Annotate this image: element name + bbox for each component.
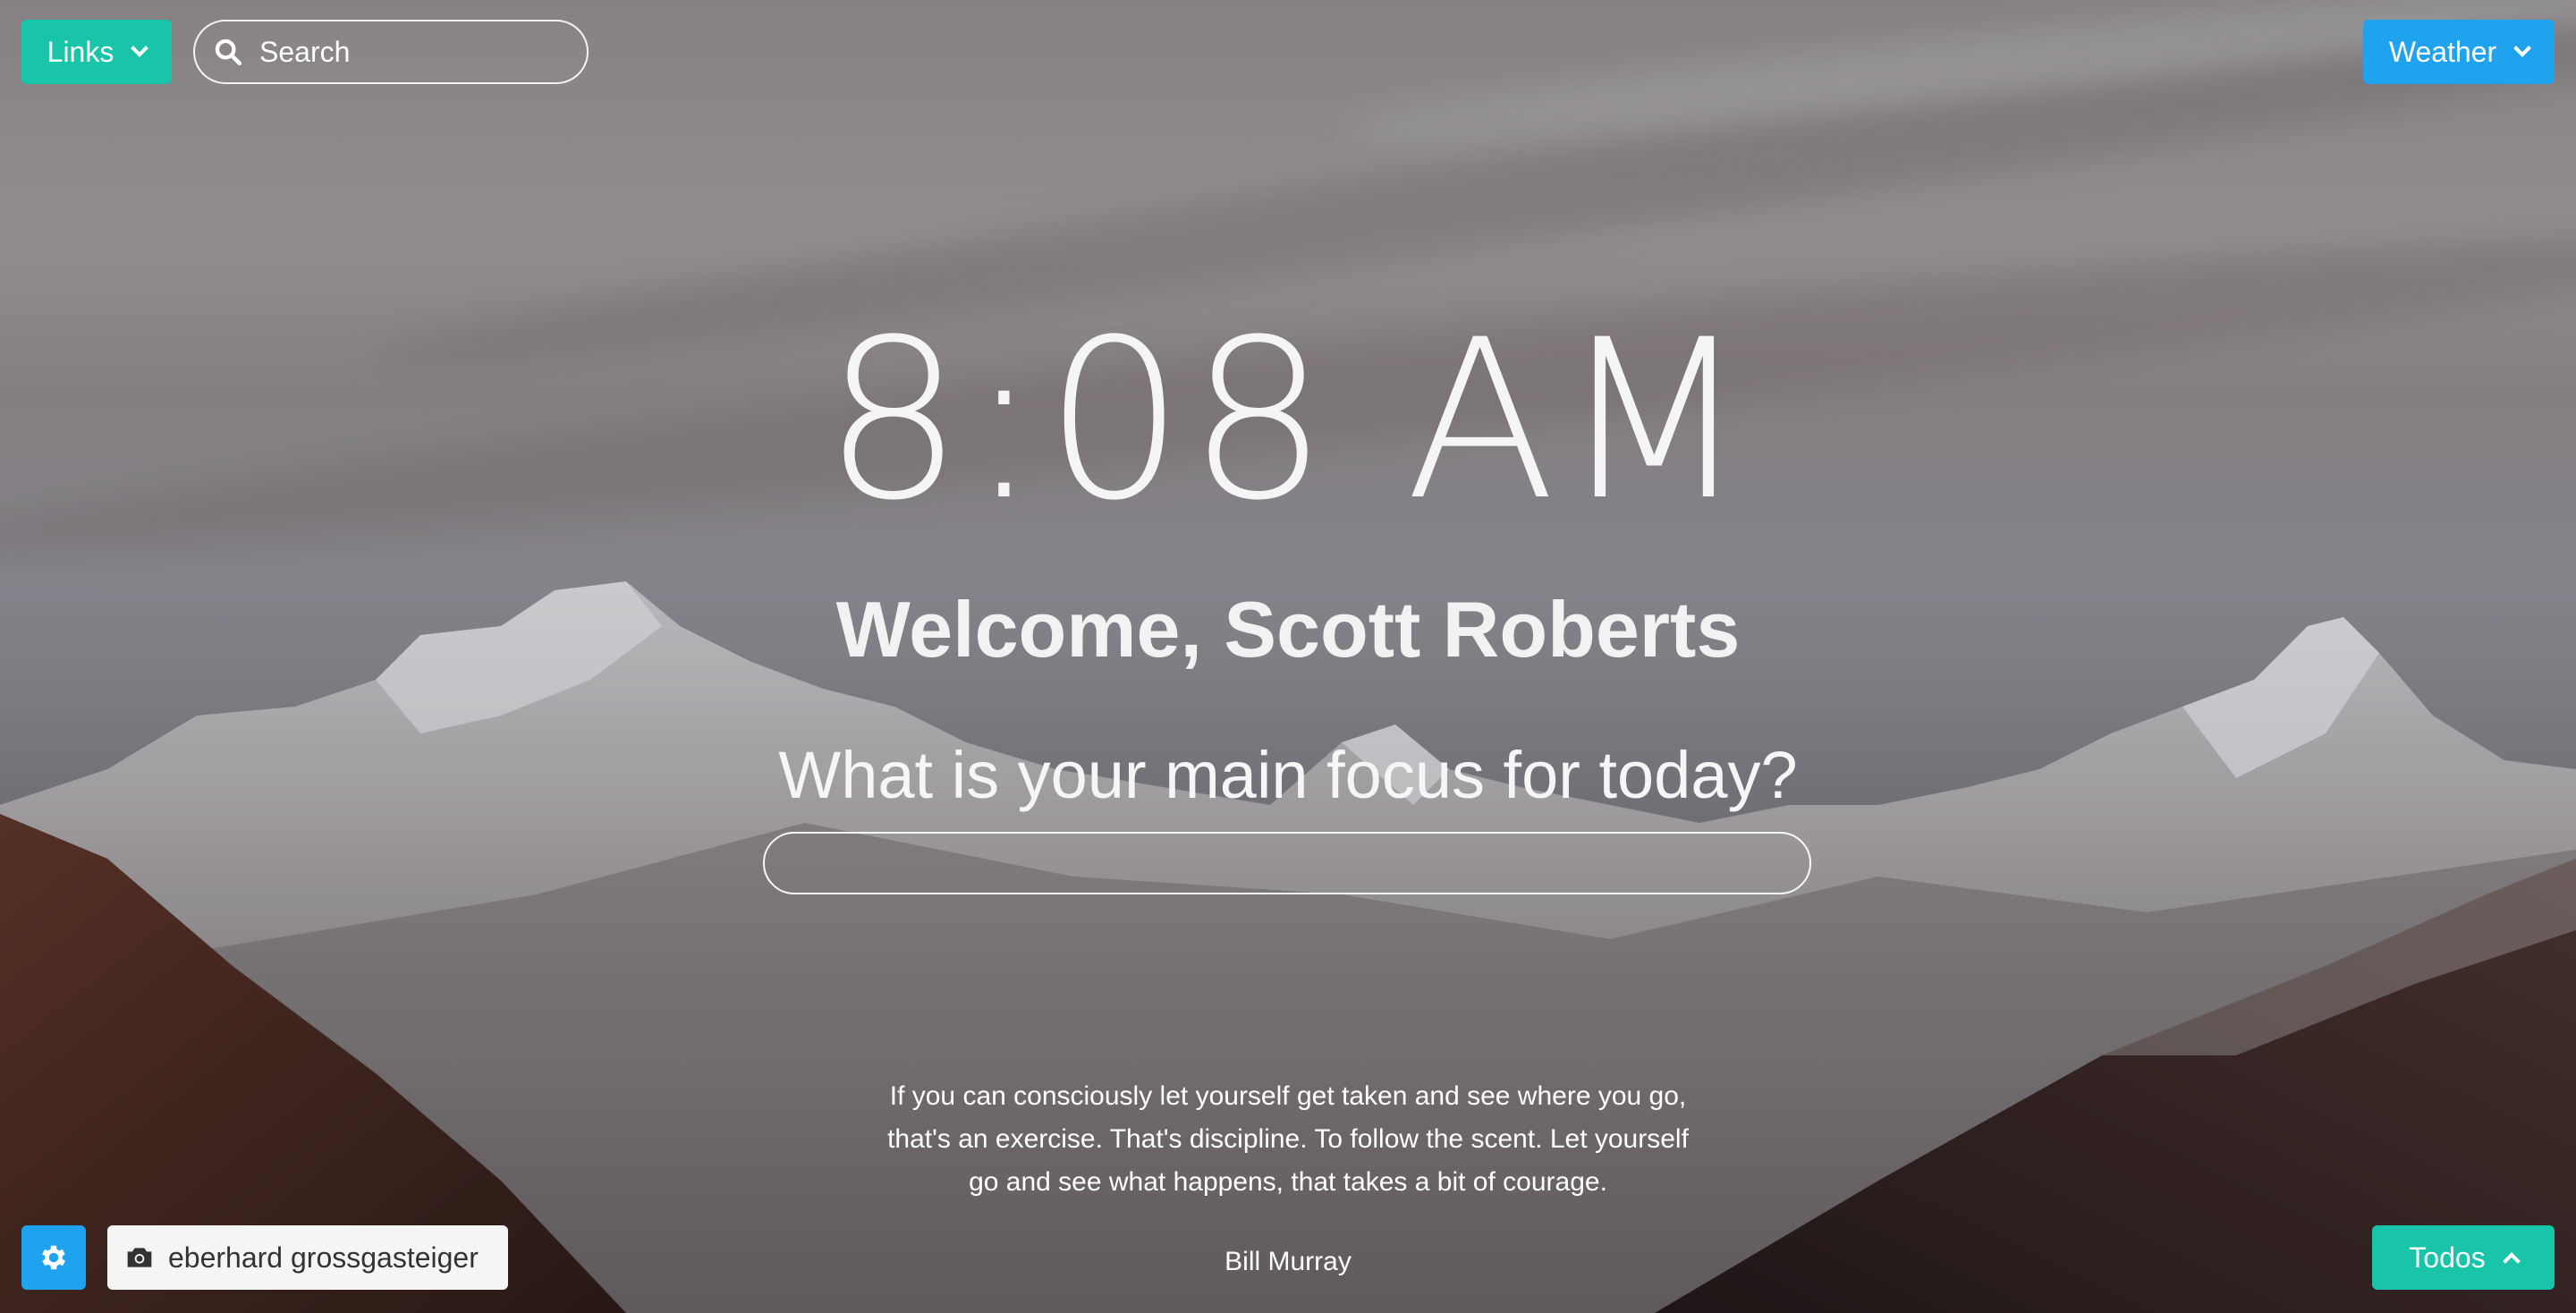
weather-label: Weather [2388,35,2497,68]
chevron-up-icon [2502,1252,2521,1270]
photo-credit-button[interactable]: eberhard grossgasteiger [107,1225,508,1290]
clock-time: 8:08 AM [823,293,1753,549]
search-input[interactable] [259,35,564,69]
links-label: Links [47,35,114,68]
settings-button[interactable] [21,1225,86,1290]
links-dropdown-button[interactable]: Links [21,20,172,84]
quote-text: If you can consciously let yourself get … [887,1081,1689,1197]
weather-dropdown-button[interactable]: Weather [2363,20,2555,84]
gear-icon [42,1245,66,1270]
search-box[interactable] [193,20,589,84]
chevron-down-icon [2513,39,2532,57]
focus-question: What is your main focus for today? [778,738,1798,812]
chevron-down-icon [131,39,149,57]
todos-label: Todos [2409,1241,2486,1274]
todos-button[interactable]: Todos [2372,1225,2555,1290]
search-icon [215,38,242,66]
welcome-greeting: Welcome, Scott Roberts [835,585,1741,673]
focus-input[interactable] [763,832,1811,894]
photo-credit-label: eberhard grossgasteiger [168,1241,479,1274]
new-tab-dashboard: Links Weather 8:08 AM Welcome, Scott Rob… [0,0,2576,1313]
camera-icon [127,1248,152,1267]
